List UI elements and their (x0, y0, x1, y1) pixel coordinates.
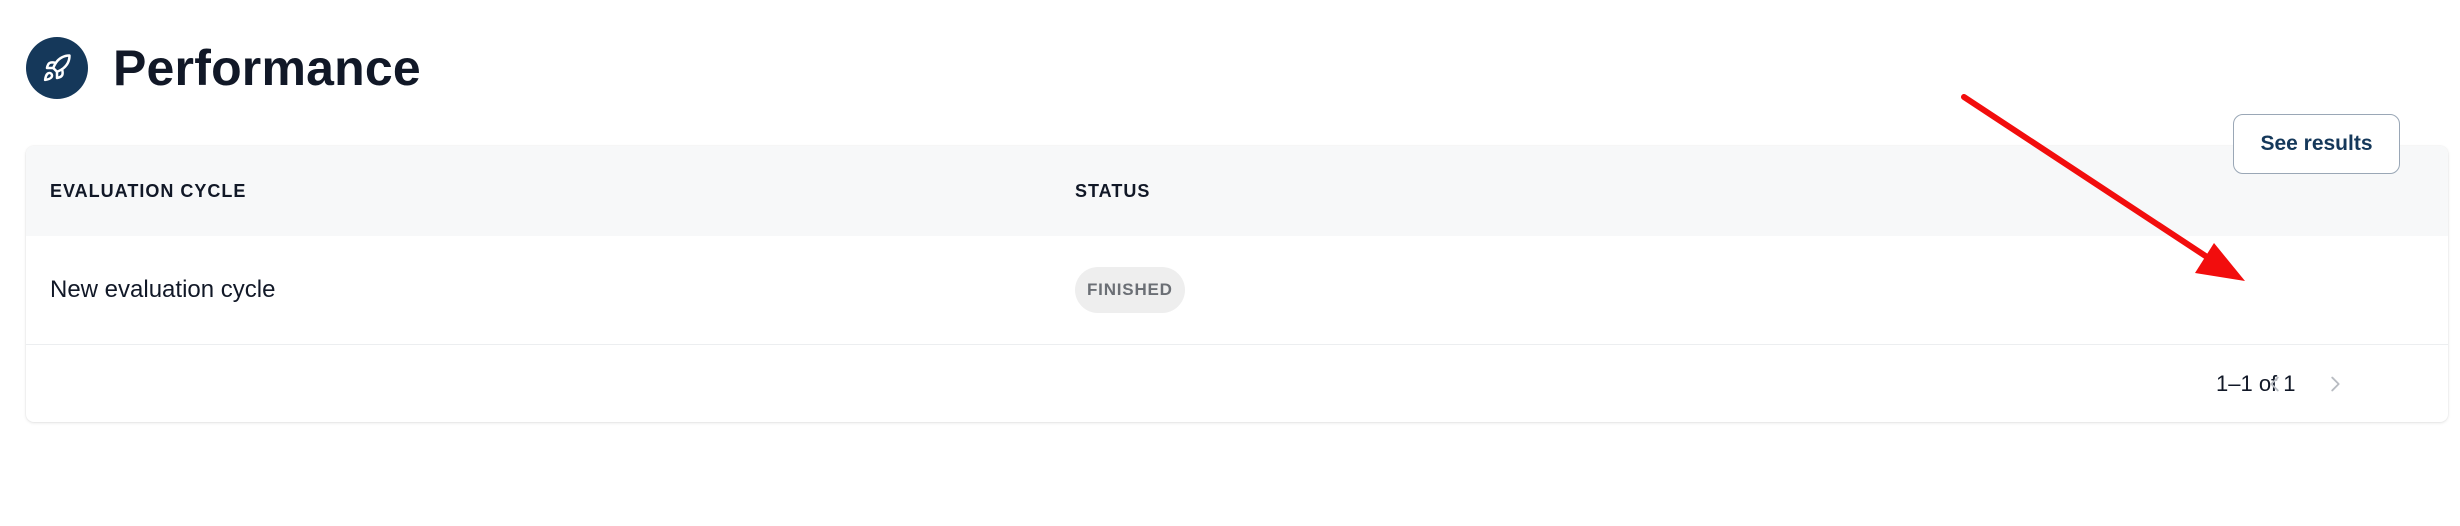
chevron-right-icon (2331, 376, 2340, 392)
evaluation-cycles-table: EVALUATION CYCLE STATUS New evaluation c… (26, 146, 2448, 422)
table-header-row: EVALUATION CYCLE STATUS (26, 146, 2448, 236)
page-header: Performance (26, 37, 421, 99)
previous-page-button[interactable] (2255, 364, 2295, 404)
page-title: Performance (113, 40, 421, 96)
table-row[interactable]: New evaluation cycle FINISHED (26, 236, 2448, 345)
status-badge: FINISHED (1075, 267, 1185, 313)
pagination: 1–1 of 1 (26, 345, 2448, 422)
see-results-button[interactable]: See results (2233, 114, 2400, 174)
next-page-button[interactable] (2315, 364, 2355, 404)
column-header-status: STATUS (1075, 181, 1151, 201)
rocket-icon (26, 37, 88, 99)
chevron-left-icon (2270, 376, 2279, 392)
column-header-evaluation-cycle: EVALUATION CYCLE (50, 181, 247, 201)
evaluation-cycle-name: New evaluation cycle (50, 276, 276, 303)
